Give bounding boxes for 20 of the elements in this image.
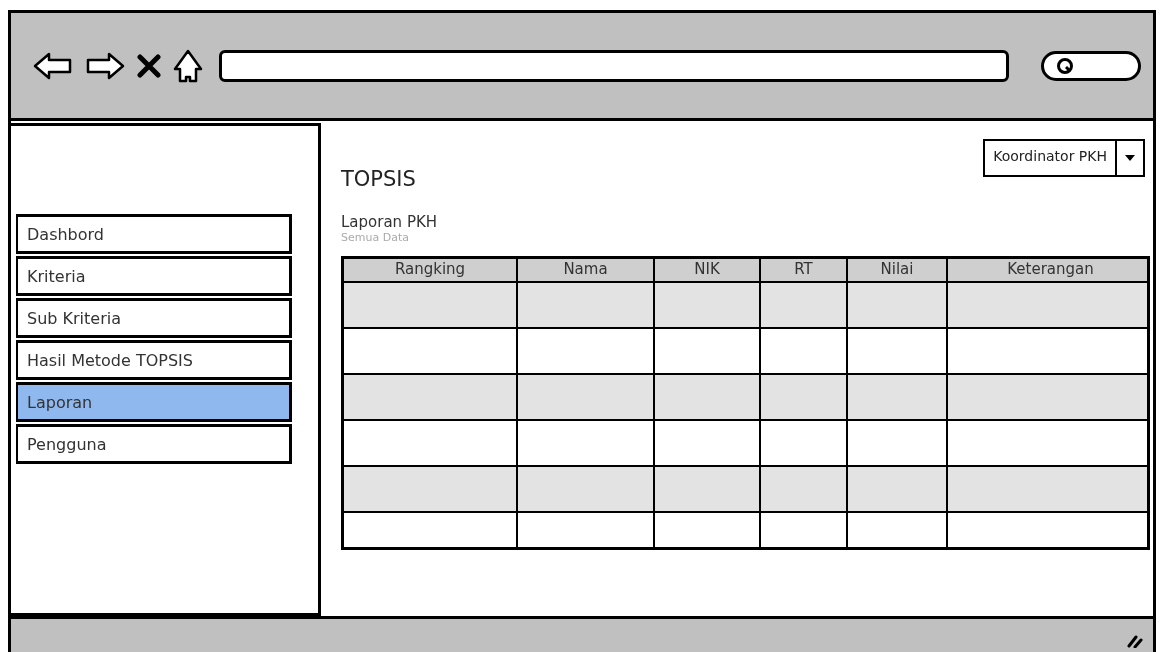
- resize-grip-icon[interactable]: [1127, 633, 1143, 648]
- caret-icon: [1124, 154, 1136, 162]
- sidebar-item[interactable]: Pengguna: [16, 424, 292, 464]
- sidebar-item[interactable]: Hasil Metode TOPSIS: [16, 340, 292, 380]
- address-field[interactable]: [219, 49, 1009, 82]
- home-icon[interactable]: [173, 48, 203, 83]
- sidebar-item[interactable]: Laporan: [16, 382, 292, 422]
- section-title: Laporan PKH: [341, 213, 438, 231]
- search-field[interactable]: [1041, 50, 1141, 81]
- close-icon[interactable]: [137, 53, 161, 78]
- sidebar-item[interactable]: Kriteria: [16, 256, 292, 296]
- forward-arrow-icon[interactable]: [85, 51, 125, 80]
- sidebar-item[interactable]: Dashbord: [16, 214, 292, 254]
- user-dropdown[interactable]: Koordinator PKH: [983, 139, 1145, 177]
- search-icon: [1056, 56, 1076, 75]
- section-subtitle: Semua Data: [341, 231, 410, 244]
- back-arrow-icon[interactable]: [33, 51, 73, 80]
- sidebar-item[interactable]: Sub Kriteria: [16, 298, 292, 338]
- column-header: Rangking: [393, 259, 467, 280]
- page-title: TOPSIS: [341, 167, 417, 191]
